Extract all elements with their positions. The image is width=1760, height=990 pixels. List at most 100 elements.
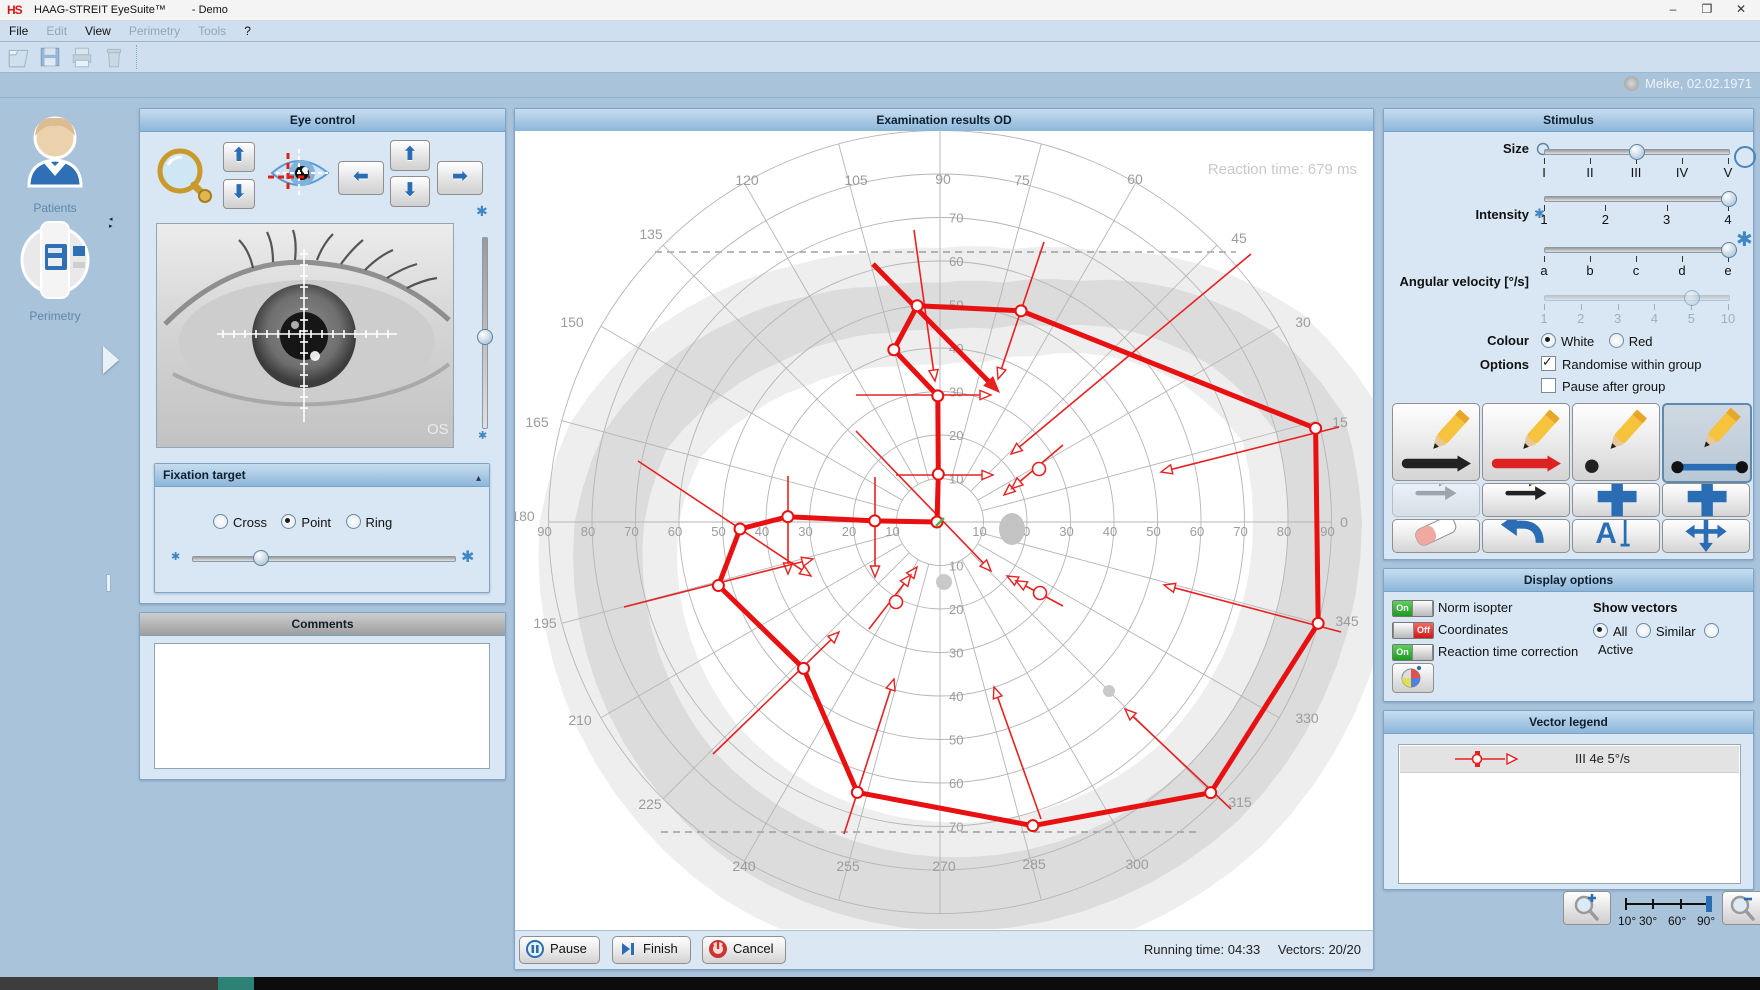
angle-label-330: 330: [1295, 710, 1319, 726]
grid-label: 60: [949, 254, 963, 269]
grid-label: 60: [1190, 524, 1204, 539]
sidebar-expand-arrow-icon[interactable]: [103, 346, 119, 374]
small-vector-black-button[interactable]: [1392, 483, 1480, 517]
camera-gear-top-icon[interactable]: ✱: [476, 203, 488, 220]
comments-textarea[interactable]: [154, 643, 490, 769]
eye-tracking-icon[interactable]: [266, 147, 332, 199]
taskbar-segment[interactable]: [0, 977, 218, 990]
add-plus-1-button[interactable]: [1572, 483, 1660, 517]
zoom-out-button[interactable]: [1722, 891, 1760, 925]
intensity-letter-tick-b: b: [1586, 263, 1593, 278]
vector-response-circle: [890, 596, 903, 609]
finish-button[interactable]: Finish: [612, 936, 691, 964]
angle-label-225: 225: [638, 796, 662, 812]
draw-vector-black-button[interactable]: [1392, 403, 1480, 481]
eye-down2-button[interactable]: ⬇: [390, 176, 430, 207]
text-tool-button[interactable]: A: [1572, 519, 1660, 553]
open-document-icon[interactable]: [6, 45, 30, 67]
intensity-gear-icon[interactable]: ✱: [1736, 227, 1753, 252]
vector-arrowhead: [980, 390, 991, 399]
angle-label-285: 285: [1022, 856, 1046, 872]
small-vector-black2-button[interactable]: [1482, 483, 1570, 517]
eye-up2-button[interactable]: ⬆: [390, 140, 430, 171]
draw-vector-red-button[interactable]: [1482, 403, 1570, 481]
perimetry-chart[interactable]: 1010202030304040505060607070101020203030…: [515, 131, 1373, 929]
add-plus-2-button[interactable]: [1662, 483, 1750, 517]
intensity-number-slider-track[interactable]: [1544, 196, 1730, 202]
zoom-slider[interactable]: [1622, 895, 1714, 913]
norm-isopter-toggle[interactable]: On: [1392, 600, 1434, 617]
sidebar-collapse-icon[interactable]: ◂▸: [109, 216, 113, 230]
reaction-time-toggle[interactable]: On: [1392, 644, 1434, 661]
randomise-checkbox[interactable]: [1541, 356, 1556, 371]
stimulus-header: Stimulus: [1384, 109, 1753, 132]
maximize-button[interactable]: ❐: [1692, 1, 1722, 18]
close-button[interactable]: ✕: [1726, 1, 1756, 18]
menu-tools: Tools: [189, 21, 235, 38]
camera-slider-thumb[interactable]: [477, 329, 493, 345]
option-pause-after-group[interactable]: Pause after group: [1541, 378, 1665, 396]
avatar: [1624, 76, 1639, 91]
size-slider-thumb[interactable]: [1629, 144, 1645, 160]
option-randomise[interactable]: Randomise within group: [1541, 356, 1701, 374]
fixation-radio-ring[interactable]: [346, 514, 361, 529]
cancel-icon: [709, 940, 727, 958]
taskbar-app-indicator[interactable]: [218, 977, 254, 990]
minimize-button[interactable]: –: [1658, 1, 1688, 18]
fixation-slider-track[interactable]: [192, 556, 456, 562]
eye-left-button[interactable]: ⬅: [338, 161, 384, 195]
zoom-slider-thumb[interactable]: [1706, 896, 1712, 912]
fixation-radio-cross[interactable]: [213, 514, 228, 529]
delete-icon[interactable]: [102, 45, 126, 67]
colour-radio-red[interactable]: [1609, 333, 1624, 348]
camera-gear-bottom-icon[interactable]: ✱: [478, 429, 487, 442]
fixation-target-panel: Fixation target ▴ Cross Point Ring ✱ ✱: [154, 463, 490, 593]
fixation-radio-point[interactable]: [281, 514, 296, 529]
draw-line-icon: [1664, 405, 1750, 481]
sidebar-splitter-handle[interactable]: [106, 574, 111, 592]
pause-after-group-checkbox[interactable]: [1541, 378, 1556, 393]
angle-label-120: 120: [735, 172, 759, 188]
show-similar-radio[interactable]: [1636, 623, 1651, 638]
fixation-slider-thumb[interactable]: [253, 550, 269, 566]
pause-button[interactable]: Pause: [519, 936, 600, 964]
sidebar-item-patients[interactable]: Patients: [10, 110, 100, 215]
vector-arrowhead: [901, 575, 911, 587]
coordinates-toggle[interactable]: Off: [1392, 622, 1434, 639]
eraser-button[interactable]: [1392, 519, 1480, 553]
eye-up-button[interactable]: ⬆: [223, 142, 255, 172]
vector-legend-list[interactable]: III 4e 5°/s: [1398, 744, 1741, 884]
colour-radio-white[interactable]: [1541, 333, 1556, 348]
show-active-radio[interactable]: [1704, 623, 1719, 638]
colour-wheel-icon: [1393, 664, 1433, 692]
legend-entry-row[interactable]: III 4e 5°/s: [1400, 746, 1739, 773]
intensity-letter-tick-c: c: [1633, 263, 1640, 278]
move-tool-button[interactable]: [1662, 519, 1750, 553]
zoom-in-button[interactable]: [1563, 891, 1611, 925]
collapse-chevron-icon[interactable]: ▴: [476, 468, 481, 490]
grid-label: 50: [949, 733, 963, 748]
intensity-letter-slider-thumb[interactable]: [1721, 242, 1737, 258]
colour-wheel-button[interactable]: [1392, 663, 1434, 693]
menu-view[interactable]: View: [76, 21, 120, 38]
show-all-radio[interactable]: [1593, 623, 1608, 638]
draw-line-button[interactable]: [1662, 403, 1752, 483]
vector-arrowhead: [997, 367, 1006, 379]
magnifier-icon[interactable]: [152, 145, 216, 209]
grid-label: 10: [949, 559, 963, 574]
taskbar[interactable]: [0, 977, 1760, 990]
save-icon[interactable]: [38, 45, 62, 67]
intensity-number-tick-1: 1: [1540, 212, 1547, 227]
intensity-letter-slider-track[interactable]: [1544, 247, 1730, 253]
eye-down-button[interactable]: ⬇: [223, 179, 255, 209]
print-icon[interactable]: [70, 45, 94, 67]
menu-help[interactable]: ?: [235, 21, 260, 38]
menu-file[interactable]: File: [0, 21, 37, 38]
draw-point-button[interactable]: [1572, 403, 1660, 481]
undo-button[interactable]: [1482, 519, 1570, 553]
sidebar-item-perimetry[interactable]: Perimetry: [10, 218, 100, 323]
grid-label: 30: [1059, 524, 1073, 539]
cancel-button[interactable]: Cancel: [702, 936, 786, 964]
eye-right-button[interactable]: ➡: [437, 161, 483, 195]
intensity-number-slider-thumb[interactable]: [1721, 191, 1737, 207]
